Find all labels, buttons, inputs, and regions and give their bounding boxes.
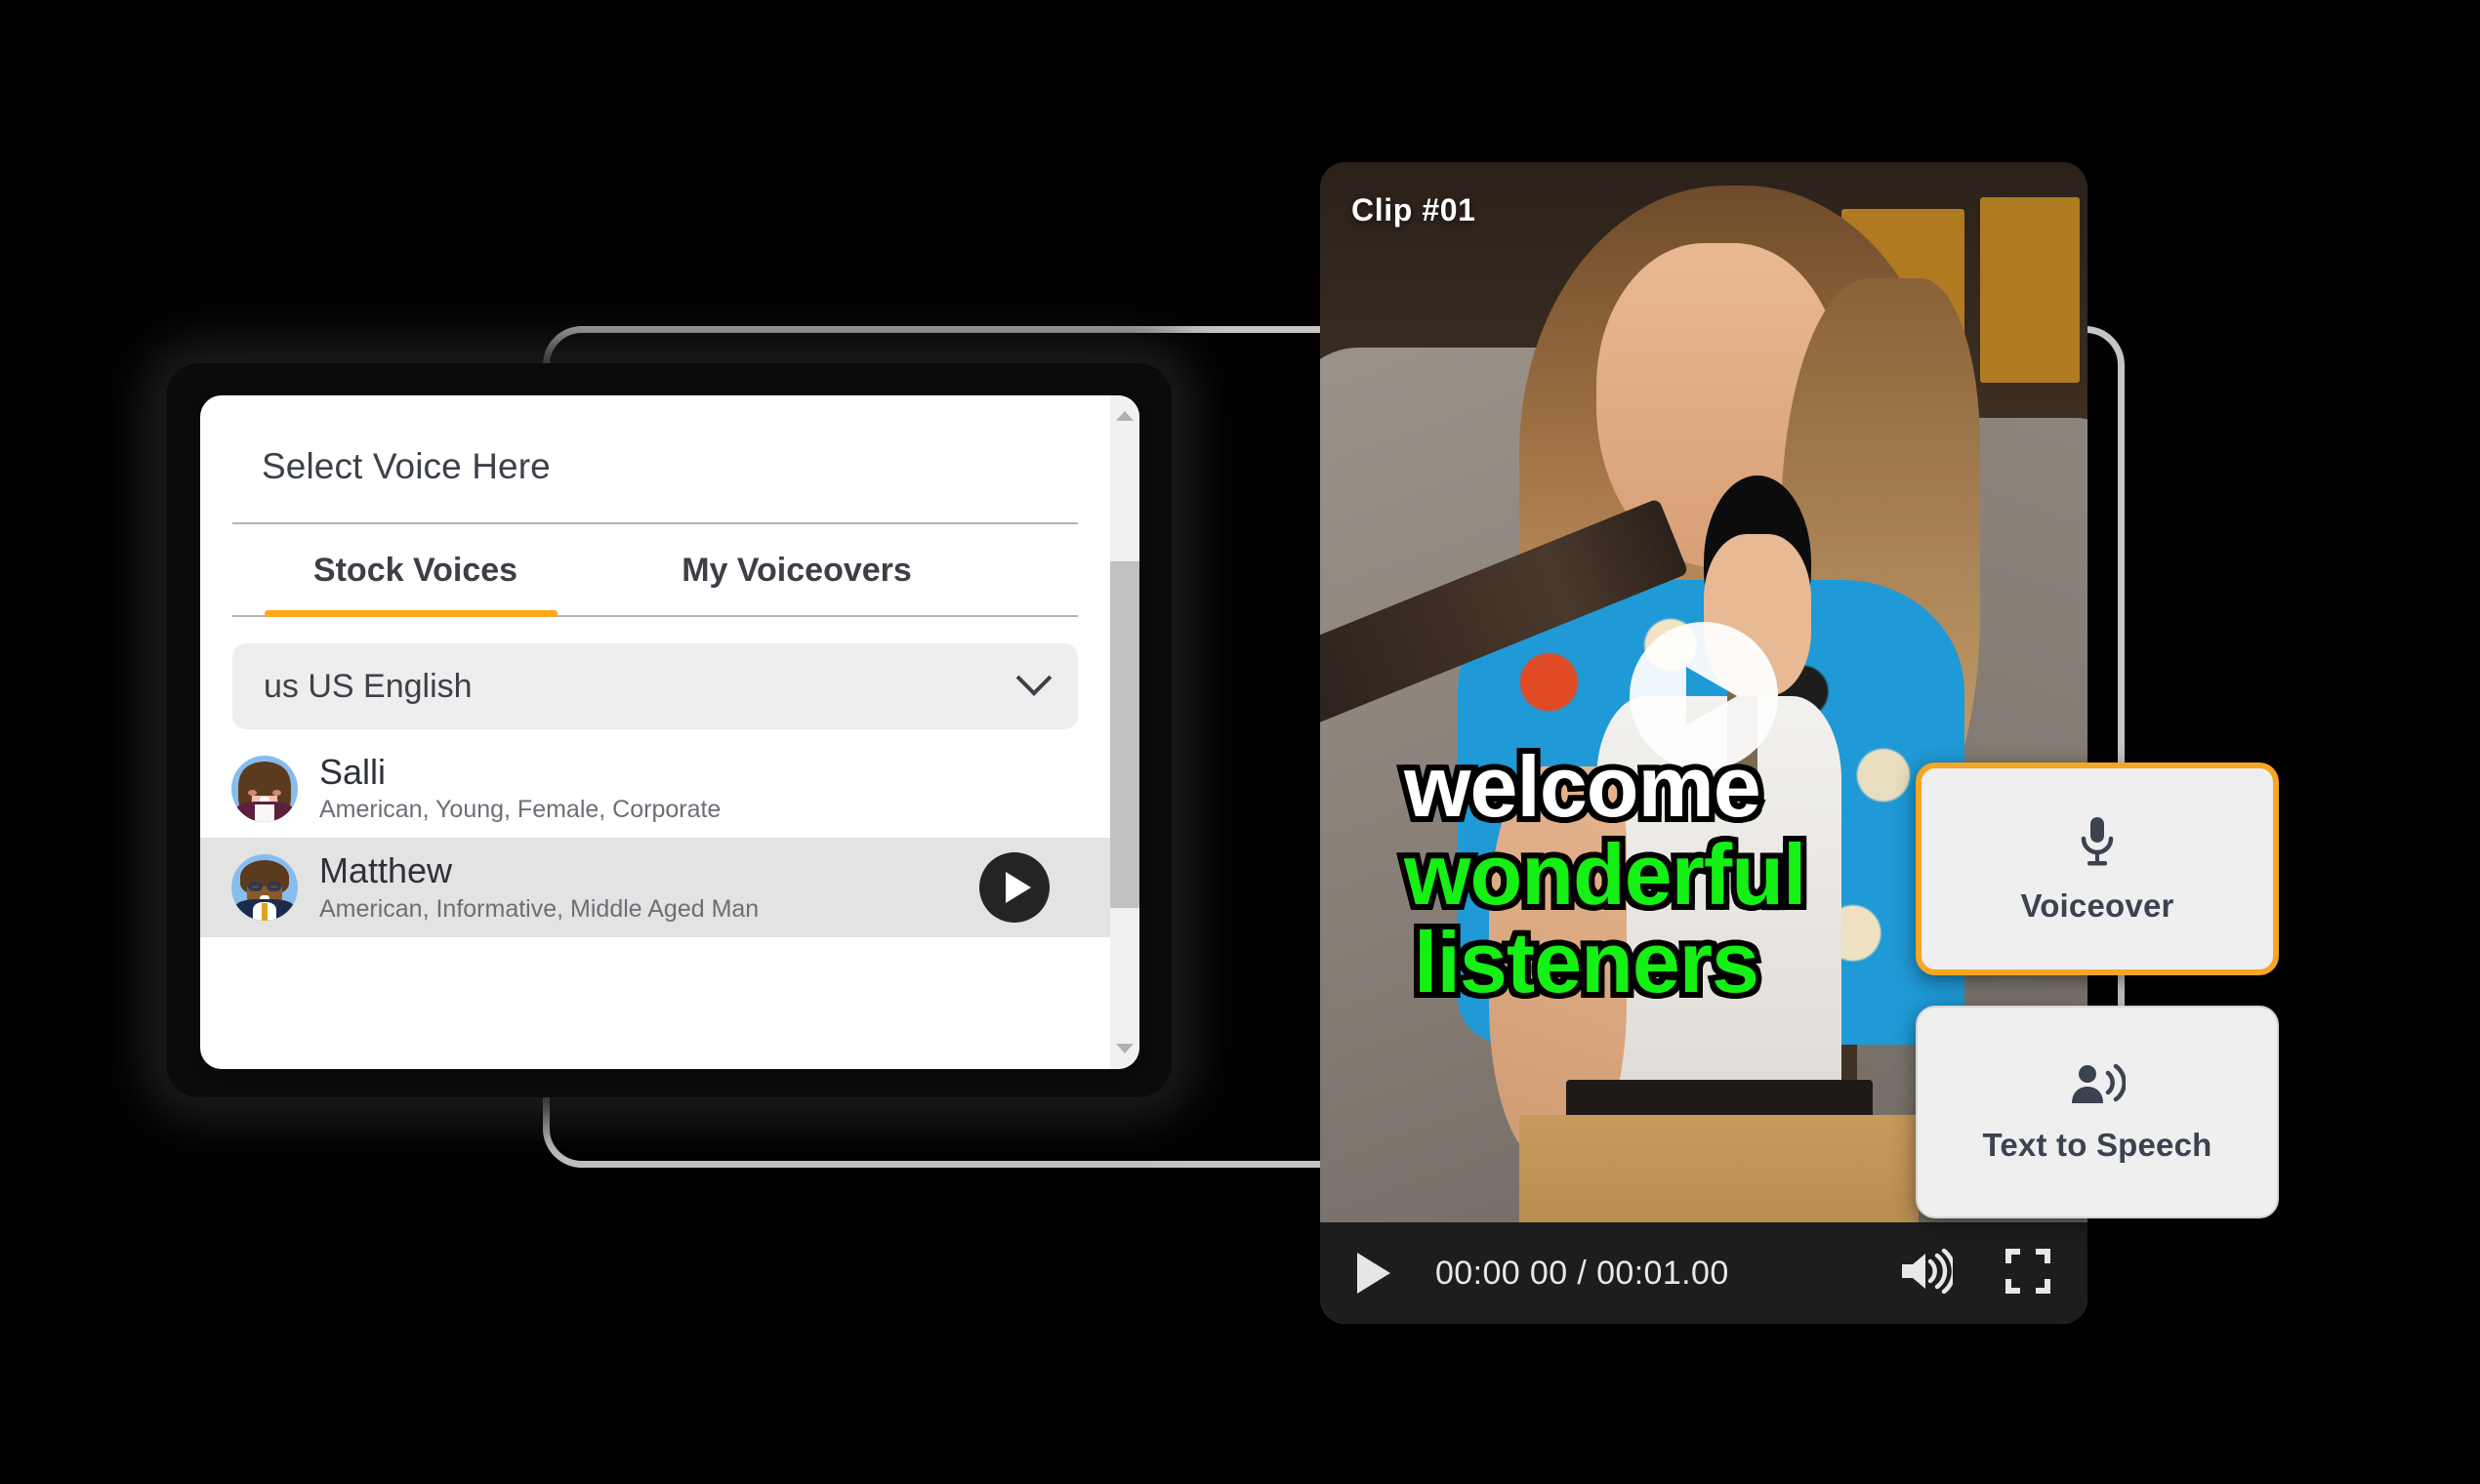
voice-description: American, Informative, Middle Aged Man — [319, 894, 760, 923]
time-display: 00:00 00 / 00:01.00 — [1435, 1254, 1729, 1292]
scrollbar-thumb[interactable] — [1110, 561, 1139, 908]
tab-stock-voices[interactable]: Stock Voices — [232, 524, 599, 617]
microphone-icon — [2076, 814, 2119, 874]
voice-name: Matthew — [319, 850, 453, 891]
play-icon[interactable] — [979, 851, 1050, 923]
feature-card-label: Text to Speech — [1982, 1126, 2212, 1163]
scroll-down-arrow-icon[interactable] — [1110, 1034, 1139, 1063]
play-circle-icon[interactable] — [1624, 616, 1784, 777]
voice-tabs: Stock Voices My Voiceovers — [232, 524, 1078, 617]
voice-list: Salli American, Young, Female, Corporate — [200, 739, 1110, 937]
active-tab-underline — [265, 610, 558, 617]
voice-list-scrollbar[interactable] — [1110, 395, 1139, 1069]
clip-badge: Clip #01 — [1351, 192, 1476, 227]
fullscreen-icon[interactable] — [2005, 1248, 2050, 1298]
play-icon[interactable] — [1357, 1253, 1390, 1294]
feature-card-text-to-speech[interactable]: Text to Speech — [1916, 1006, 2279, 1218]
language-select-value: us US English — [264, 667, 473, 705]
voice-list-item-matthew[interactable]: Matthew American, Informative, Middle Ag… — [200, 838, 1110, 937]
avatar-salli — [231, 755, 298, 822]
volume-high-icon[interactable] — [1898, 1248, 1957, 1298]
chevron-down-icon — [1015, 660, 1053, 696]
voice-meta: Salli American, Young, Female, Corporate — [319, 752, 1085, 824]
panel-title: Select Voice Here — [262, 446, 551, 486]
scroll-up-arrow-icon[interactable] — [1110, 401, 1139, 431]
voice-list-item-salli[interactable]: Salli American, Young, Female, Corporate — [200, 739, 1110, 838]
screen-root: Select Voice Here Stock Voices My Voiceo… — [0, 0, 2480, 1484]
feature-card-label: Voiceover — [2020, 886, 2174, 924]
voice-panel-content: Select Voice Here Stock Voices My Voiceo… — [200, 395, 1110, 1069]
voice-selection-panel: Select Voice Here Stock Voices My Voiceo… — [200, 395, 1139, 1069]
language-select[interactable]: us US English — [232, 643, 1078, 729]
player-controls: 00:00 00 / 00:01.00 — [1320, 1222, 2087, 1324]
feature-card-voiceover[interactable]: Voiceover — [1916, 763, 2279, 975]
tab-my-voiceovers[interactable]: My Voiceovers — [606, 524, 987, 617]
voice-name: Salli — [319, 752, 387, 792]
avatar-matthew — [231, 853, 298, 921]
speaking-person-icon — [2069, 1061, 2127, 1113]
voice-description: American, Young, Female, Corporate — [319, 796, 722, 824]
voice-meta: Matthew American, Informative, Middle Ag… — [319, 850, 979, 923]
